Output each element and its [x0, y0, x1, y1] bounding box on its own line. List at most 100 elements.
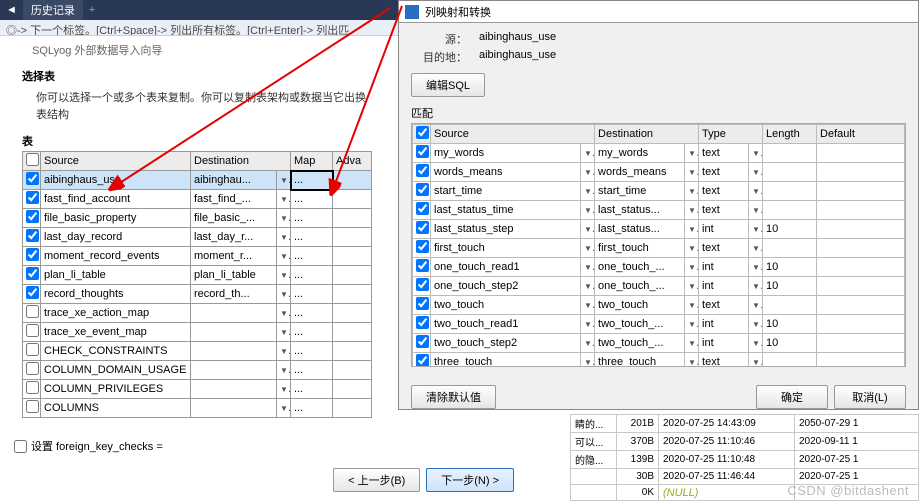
- mapping-row[interactable]: one_touch_step2▼one_touch_...▼int▼10: [413, 277, 905, 296]
- map-type[interactable]: int: [699, 277, 749, 296]
- ok-button[interactable]: 确定: [756, 385, 828, 409]
- dst-dropdown-icon[interactable]: ▼: [685, 201, 699, 220]
- table-row[interactable]: file_basic_propertyfile_basic_...▼...: [23, 209, 372, 228]
- dest-dropdown-icon[interactable]: ▼: [277, 380, 291, 399]
- file-row[interactable]: 睛的...201B2020-07-25 14:43:092050-07-29 1: [571, 415, 919, 433]
- mapping-row[interactable]: words_means▼words_means▼text▼: [413, 163, 905, 182]
- mapping-row[interactable]: one_touch_read1▼one_touch_...▼int▼10: [413, 258, 905, 277]
- header-destination[interactable]: Destination: [191, 152, 291, 171]
- type-dropdown-icon[interactable]: ▼: [749, 182, 763, 201]
- dest-dropdown-icon[interactable]: ▼: [277, 361, 291, 380]
- src-dropdown-icon[interactable]: ▼: [581, 315, 595, 334]
- table-row[interactable]: COLUMN_DOMAIN_USAGE▼...: [23, 361, 372, 380]
- map-button[interactable]: ...: [291, 342, 333, 361]
- dst-dropdown-icon[interactable]: ▼: [685, 334, 699, 353]
- row-checkbox[interactable]: [23, 266, 41, 285]
- map-length[interactable]: [763, 296, 817, 315]
- map-length[interactable]: [763, 353, 817, 368]
- mapping-row[interactable]: last_status_time▼last_status...▼text▼: [413, 201, 905, 220]
- advanced-button[interactable]: [333, 323, 372, 342]
- advanced-button[interactable]: [333, 380, 372, 399]
- map-length[interactable]: [763, 239, 817, 258]
- table-row[interactable]: fast_find_accountfast_find_...▼...: [23, 190, 372, 209]
- row-checkbox[interactable]: [23, 361, 41, 380]
- mapping-row[interactable]: two_touch_step2▼two_touch_...▼int▼10: [413, 334, 905, 353]
- src-dropdown-icon[interactable]: ▼: [581, 277, 595, 296]
- dst-dropdown-icon[interactable]: ▼: [685, 277, 699, 296]
- advanced-button[interactable]: [333, 209, 372, 228]
- dest-dropdown-icon[interactable]: ▼: [277, 266, 291, 285]
- map-header-type[interactable]: Type: [699, 125, 763, 144]
- map-row-checkbox[interactable]: [413, 201, 431, 220]
- type-dropdown-icon[interactable]: ▼: [749, 353, 763, 368]
- map-row-checkbox[interactable]: [413, 258, 431, 277]
- row-checkbox[interactable]: [23, 342, 41, 361]
- map-type[interactable]: text: [699, 163, 749, 182]
- dest-dropdown-icon[interactable]: ▼: [277, 247, 291, 266]
- new-tab-button[interactable]: +: [89, 4, 95, 16]
- history-back-icon[interactable]: ◄: [6, 4, 17, 16]
- type-dropdown-icon[interactable]: ▼: [749, 220, 763, 239]
- type-dropdown-icon[interactable]: ▼: [749, 277, 763, 296]
- map-length[interactable]: 10: [763, 258, 817, 277]
- map-default[interactable]: [817, 201, 905, 220]
- dest-dropdown-icon[interactable]: ▼: [277, 304, 291, 323]
- map-header-length[interactable]: Length: [763, 125, 817, 144]
- row-destination[interactable]: fast_find_...: [191, 190, 277, 209]
- mapping-row[interactable]: three_touch▼three_touch▼text▼: [413, 353, 905, 368]
- table-row[interactable]: CHECK_CONSTRAINTS▼...: [23, 342, 372, 361]
- map-length[interactable]: 10: [763, 334, 817, 353]
- row-destination[interactable]: [191, 342, 277, 361]
- map-button[interactable]: ...: [291, 361, 333, 380]
- mapping-row[interactable]: last_status_step▼last_status...▼int▼10: [413, 220, 905, 239]
- map-row-checkbox[interactable]: [413, 353, 431, 368]
- advanced-button[interactable]: [333, 304, 372, 323]
- map-row-checkbox[interactable]: [413, 182, 431, 201]
- dest-dropdown-icon[interactable]: ▼: [277, 171, 291, 190]
- map-type[interactable]: text: [699, 353, 749, 368]
- map-destination[interactable]: two_touch: [595, 296, 685, 315]
- map-destination[interactable]: two_touch_...: [595, 315, 685, 334]
- next-button[interactable]: 下一步(N) >: [426, 468, 514, 492]
- map-destination[interactable]: last_status...: [595, 220, 685, 239]
- row-checkbox[interactable]: [23, 247, 41, 266]
- map-type[interactable]: text: [699, 144, 749, 163]
- dst-dropdown-icon[interactable]: ▼: [685, 353, 699, 368]
- dst-dropdown-icon[interactable]: ▼: [685, 163, 699, 182]
- dest-dropdown-icon[interactable]: ▼: [277, 228, 291, 247]
- dst-dropdown-icon[interactable]: ▼: [685, 296, 699, 315]
- mapping-row[interactable]: two_touch▼two_touch▼text▼: [413, 296, 905, 315]
- map-button[interactable]: ...: [291, 399, 333, 418]
- dest-dropdown-icon[interactable]: ▼: [277, 399, 291, 418]
- mapping-row[interactable]: start_time▼start_time▼text▼: [413, 182, 905, 201]
- advanced-button[interactable]: [333, 190, 372, 209]
- advanced-button[interactable]: [333, 247, 372, 266]
- src-dropdown-icon[interactable]: ▼: [581, 201, 595, 220]
- map-default[interactable]: [817, 296, 905, 315]
- table-row[interactable]: record_thoughtsrecord_th...▼...: [23, 285, 372, 304]
- map-row-checkbox[interactable]: [413, 239, 431, 258]
- map-row-checkbox[interactable]: [413, 315, 431, 334]
- map-destination[interactable]: last_status...: [595, 201, 685, 220]
- header-source[interactable]: Source: [41, 152, 191, 171]
- clear-defaults-button[interactable]: 清除默认值: [411, 385, 496, 409]
- table-row[interactable]: aibinghaus_useaibinghau...▼...: [23, 171, 372, 190]
- row-checkbox[interactable]: [23, 190, 41, 209]
- map-default[interactable]: [817, 334, 905, 353]
- map-type[interactable]: text: [699, 296, 749, 315]
- table-row[interactable]: COLUMNS▼...: [23, 399, 372, 418]
- header-advanced[interactable]: Adva: [333, 152, 372, 171]
- src-dropdown-icon[interactable]: ▼: [581, 239, 595, 258]
- row-destination[interactable]: aibinghau...: [191, 171, 277, 190]
- type-dropdown-icon[interactable]: ▼: [749, 144, 763, 163]
- advanced-button[interactable]: [333, 266, 372, 285]
- map-type[interactable]: int: [699, 334, 749, 353]
- dst-dropdown-icon[interactable]: ▼: [685, 258, 699, 277]
- src-dropdown-icon[interactable]: ▼: [581, 334, 595, 353]
- row-checkbox[interactable]: [23, 304, 41, 323]
- row-destination[interactable]: plan_li_table: [191, 266, 277, 285]
- dst-dropdown-icon[interactable]: ▼: [685, 220, 699, 239]
- table-row[interactable]: moment_record_eventsmoment_r...▼...: [23, 247, 372, 266]
- map-header-source[interactable]: Source: [431, 125, 595, 144]
- dst-dropdown-icon[interactable]: ▼: [685, 182, 699, 201]
